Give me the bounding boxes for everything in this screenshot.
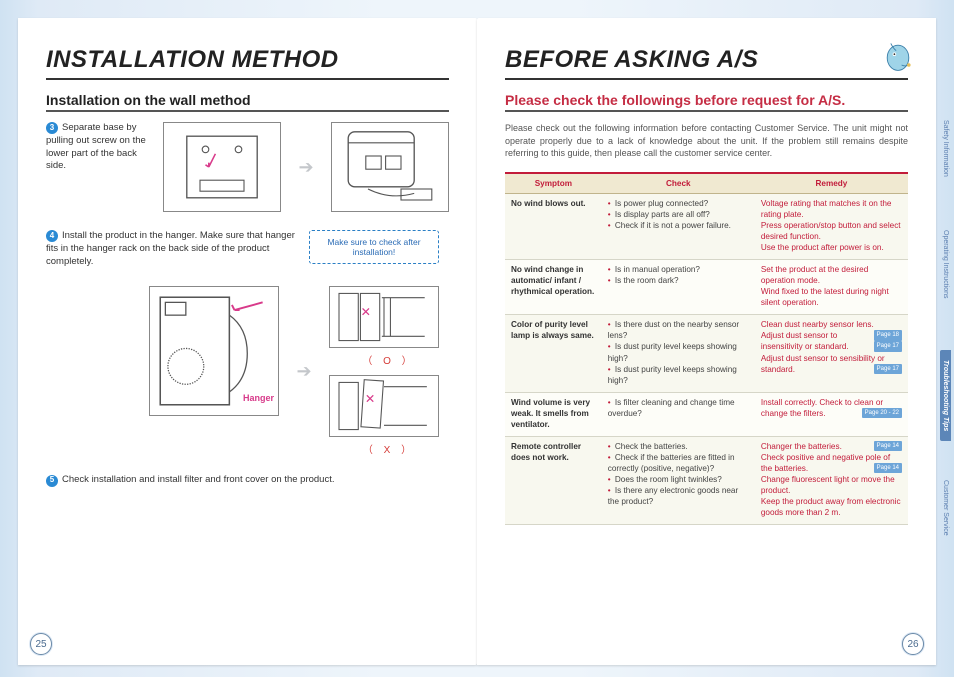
page-ref-badge: Page 18	[874, 330, 902, 340]
title-right: BEFORE ASKING A/S	[505, 46, 908, 74]
check-cell: • Is in manual operation?• Is the room d…	[602, 260, 755, 315]
check-cell: • Is power plug connected?• Is display p…	[602, 193, 755, 259]
th-symptom: Symptom	[505, 173, 602, 194]
tab-customer[interactable]: Customer Service	[940, 470, 951, 546]
arrow-right-icon-2: ➔	[293, 361, 315, 382]
check-cell: • Check the batteries.• Check if the bat…	[602, 436, 755, 524]
page-ref-badge: Page 14	[874, 441, 902, 451]
table-row: Remote controller does not work.• Check …	[505, 436, 908, 524]
subtitle-right: Please check the followings before reque…	[505, 92, 908, 108]
th-check: Check	[602, 173, 755, 194]
subtitle-left: Installation on the wall method	[46, 92, 449, 108]
step-5-body: Check installation and install filter an…	[62, 474, 335, 485]
symptom-cell: No wind change in automatic/ infant / rh…	[505, 260, 602, 315]
page-number-left: 25	[30, 633, 52, 655]
tab-troubleshooting[interactable]: Troubleshooting Tips	[940, 350, 951, 441]
remedy-cell: Install correctly. Check to clean or cha…	[755, 392, 908, 436]
step-5-text: 5 Check installation and install filter a…	[46, 474, 449, 487]
side-tabs: Safety Information Operating Instruction…	[934, 0, 954, 677]
page-ref-badge: Page 17	[874, 364, 902, 374]
illustration-hanger: Hanger	[149, 286, 279, 416]
ox-o-label: （ O ）	[329, 352, 449, 367]
rule-thin-r	[505, 110, 908, 112]
illustration-incorrect	[329, 375, 439, 437]
remedy-cell: Clean dust nearby sensor lens.Page 18Adj…	[755, 315, 908, 392]
step-3-row: 3Separate base by pulling out screw on t…	[46, 122, 449, 212]
illustration-correct	[329, 286, 439, 348]
step-3-text: 3Separate base by pulling out screw on t…	[46, 122, 149, 212]
note-and-diagrams: Make sure to check after installation!	[309, 230, 449, 264]
check-cell: • Is filter cleaning and change time ove…	[602, 392, 755, 436]
illustration-base-detached	[331, 122, 449, 212]
symptom-cell: Remote controller does not work.	[505, 436, 602, 524]
page-ref-badge: Page 17	[874, 341, 902, 351]
step-4-text: 4Install the product in the hanger. Make…	[46, 230, 295, 268]
table-row: Wind volume is very weak. It smells from…	[505, 392, 908, 436]
rule-r	[505, 78, 908, 80]
step-4-body: Install the product in the hanger. Make …	[46, 230, 295, 267]
remedy-cell: Set the product at the desired operation…	[755, 260, 908, 315]
table-row: Color of purity level lamp is always sam…	[505, 315, 908, 392]
check-cell: • Is there dust on the nearby sensor len…	[602, 315, 755, 392]
bullet-3-icon: 3	[46, 122, 58, 134]
illustration-base-screw	[163, 122, 281, 212]
step-4-row: 4Install the product in the hanger. Make…	[46, 230, 449, 268]
tab-operating[interactable]: Operating Instructions	[940, 220, 951, 308]
remedy-cell: Changer the batteries.Page 14Check posit…	[755, 436, 908, 524]
illus-row-2: Hanger ➔ （ O ） （ X ）	[46, 286, 449, 456]
bullet-4-icon: 4	[46, 230, 58, 242]
mascot-icon	[880, 38, 916, 74]
hanger-label: Hanger	[243, 393, 274, 403]
page-ref-badge: Page 14	[874, 463, 902, 473]
installation-note: Make sure to check after installation!	[309, 230, 439, 264]
table-row: No wind change in automatic/ infant / rh…	[505, 260, 908, 315]
page-left: INSTALLATION METHOD Installation on the …	[18, 18, 477, 665]
rule-thin	[46, 110, 449, 112]
step-3-body: Separate base by pulling out screw on th…	[46, 122, 146, 171]
page-ref-badge: Page 20 - 22	[862, 408, 902, 418]
tab-safety[interactable]: Safety Information	[940, 110, 951, 187]
troubleshooting-table: Symptom Check Remedy No wind blows out.•…	[505, 172, 908, 526]
ox-diagrams: （ O ） （ X ）	[329, 286, 449, 456]
intro-text: Please check out the following informati…	[505, 122, 908, 160]
page-right: BEFORE ASKING A/S Please check the follo…	[477, 18, 936, 665]
page-number-right: 26	[902, 633, 924, 655]
symptom-cell: No wind blows out.	[505, 193, 602, 259]
remedy-cell: Voltage rating that matches it on the ra…	[755, 193, 908, 259]
ox-x-label: （ X ）	[329, 441, 449, 456]
arrow-right-icon: ➔	[295, 157, 317, 178]
table-row: No wind blows out.• Is power plug connec…	[505, 193, 908, 259]
bullet-5-icon: 5	[46, 475, 58, 487]
symptom-cell: Color of purity level lamp is always sam…	[505, 315, 602, 392]
title-left: INSTALLATION METHOD	[46, 46, 449, 74]
th-remedy: Remedy	[755, 173, 908, 194]
rule	[46, 78, 449, 80]
symptom-cell: Wind volume is very weak. It smells from…	[505, 392, 602, 436]
